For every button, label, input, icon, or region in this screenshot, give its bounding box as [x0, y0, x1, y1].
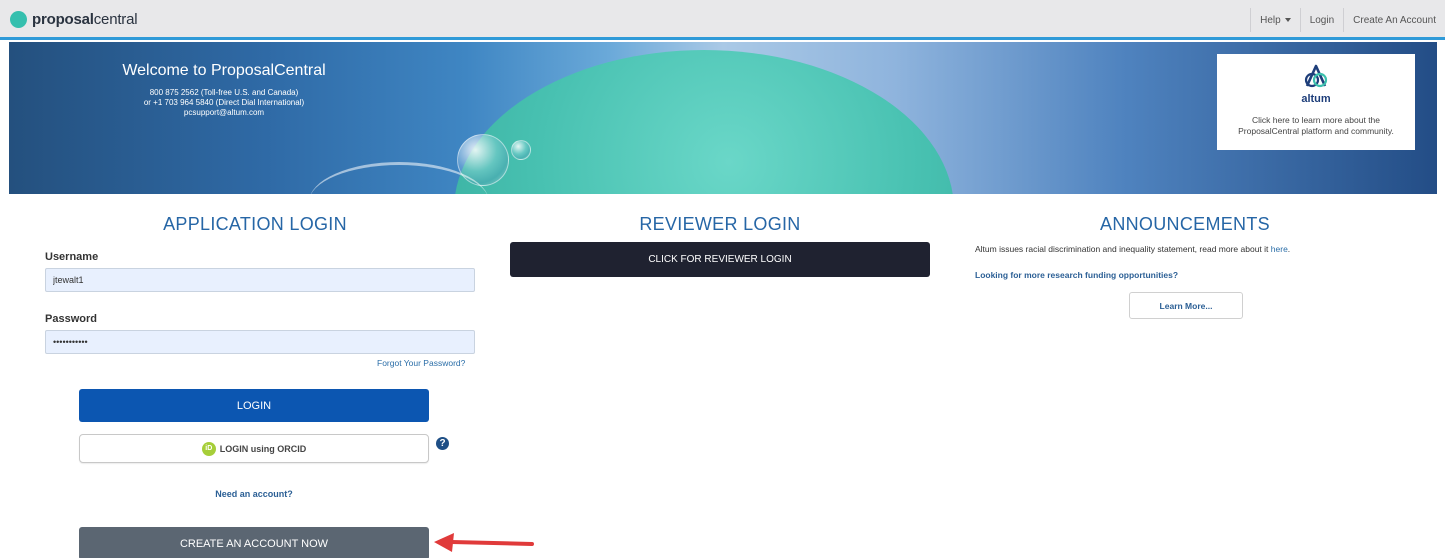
reviewer-login-title: REVIEWER LOGIN: [639, 214, 801, 234]
orcid-icon: iD: [201, 441, 216, 456]
support-email: pcsupport@altum.com: [183, 108, 265, 117]
altum-description: Click here to learn more about the Propo…: [1238, 115, 1394, 136]
altum-name: altum: [1301, 93, 1331, 105]
funding-opportunities-link[interactable]: Looking for more research funding opport…: [975, 270, 1178, 280]
welcome-banner: Welcome to ProposalCentral 800 875 2562 …: [9, 42, 1437, 194]
username-label: Username: [45, 251, 99, 263]
altum-logo-icon: [1217, 60, 1415, 95]
announcement-statement: Altum issues racial discrimination and i…: [975, 244, 1291, 254]
logo-text: proposalcentral: [32, 11, 138, 28]
password-input[interactable]: [45, 330, 475, 354]
need-account-link[interactable]: Need an account?: [79, 489, 429, 499]
altum-info-card[interactable]: altum Click here to learn more about the…: [1217, 54, 1415, 150]
password-label: Password: [45, 313, 97, 325]
forgot-password-link[interactable]: Forgot Your Password?: [377, 358, 465, 368]
application-login-title: APPLICATION LOGIN: [163, 214, 347, 234]
learn-more-button[interactable]: Learn More...: [1129, 292, 1243, 319]
nav-right: Help Login Create An Account: [1250, 8, 1445, 32]
proposalcentral-logo[interactable]: proposalcentral: [10, 11, 138, 28]
announcement-here-link[interactable]: here: [1271, 244, 1288, 254]
caret-down-icon: [1284, 18, 1291, 22]
username-input[interactable]: [45, 268, 475, 292]
logo-dot-icon: [10, 11, 27, 28]
phone-intl: or +1 703 964 5840 (Direct Dial Internat…: [143, 98, 305, 107]
help-menu[interactable]: Help: [1250, 8, 1300, 32]
top-navbar: proposalcentral Help Login Create An Acc…: [0, 0, 1445, 40]
water-bubble-small: [511, 140, 531, 160]
welcome-title: Welcome to ProposalCentral: [122, 62, 326, 79]
announcements-title: ANNOUNCEMENTS: [1100, 214, 1270, 234]
banner-teal-shape: [454, 50, 954, 194]
create-account-button[interactable]: CREATE AN ACCOUNT NOW: [79, 527, 429, 558]
nav-login-link[interactable]: Login: [1299, 8, 1343, 32]
red-arrow-icon: [434, 533, 534, 552]
orcid-login-button[interactable]: iD LOGIN using ORCID: [79, 434, 429, 463]
welcome-text: Welcome to ProposalCentral 800 875 2562 …: [69, 62, 379, 118]
nav-create-account-link[interactable]: Create An Account: [1343, 8, 1445, 32]
login-button[interactable]: LOGIN: [79, 389, 429, 422]
reviewer-login-button[interactable]: CLICK FOR REVIEWER LOGIN: [510, 242, 930, 277]
phone-us: 800 875 2562 (Toll-free U.S. and Canada): [149, 88, 299, 97]
help-question-icon[interactable]: ?: [436, 437, 449, 450]
orcid-login-label: LOGIN using ORCID: [219, 443, 307, 454]
